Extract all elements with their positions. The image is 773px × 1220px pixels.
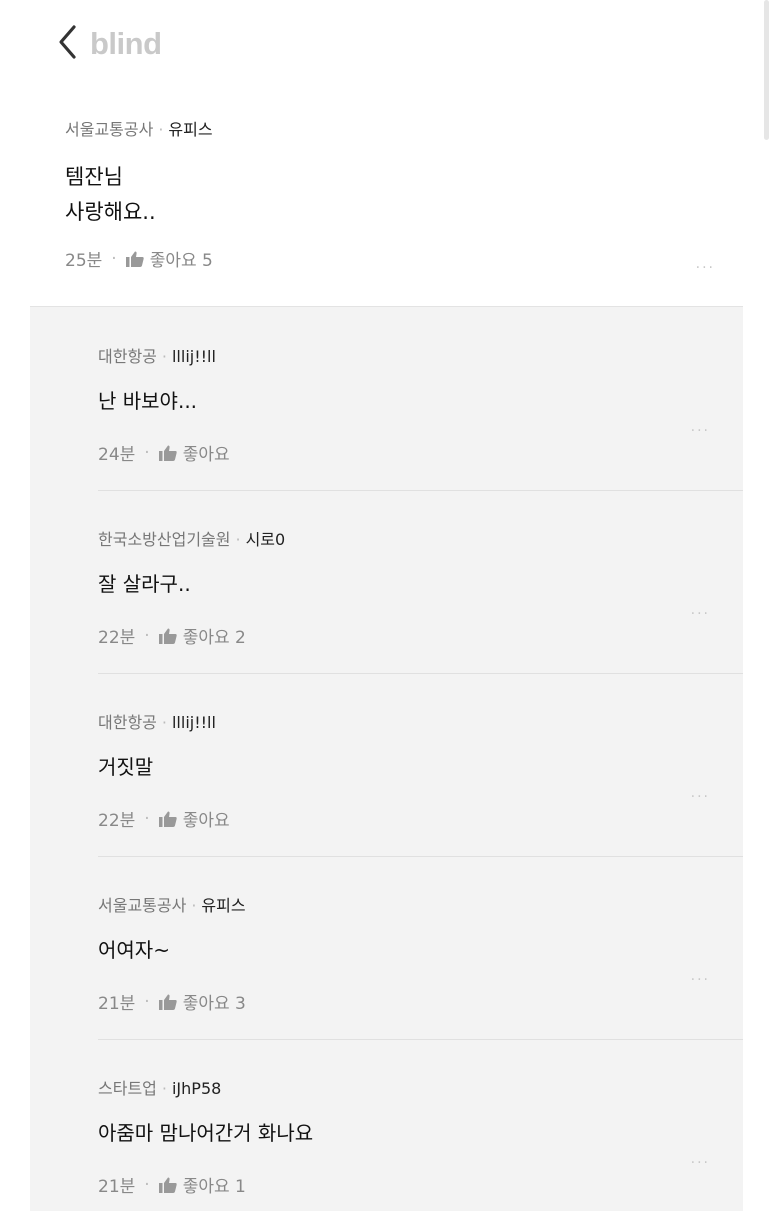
comment-item: 대한항공 · lllij!!ll 거짓말 22분 · 좋아요 ... — [30, 673, 743, 856]
thumbs-up-icon — [158, 445, 177, 461]
comment-time: 21분 — [98, 1177, 136, 1197]
like-button[interactable]: 좋아요 — [158, 440, 230, 465]
comment-time: 24분 — [98, 445, 136, 465]
like-label: 좋아요 5 — [149, 251, 213, 271]
comment-actions: 22분 · 좋아요 — [98, 806, 710, 832]
thumbs-up-icon — [158, 628, 177, 644]
comment-actions: 22분 · 좋아요 2 — [98, 623, 710, 649]
more-options-button[interactable]: ... — [691, 785, 710, 801]
like-button[interactable]: 좋아요 — [158, 806, 230, 831]
comment-company[interactable]: 서울교통공사 — [98, 896, 186, 915]
thumbs-up-icon — [158, 994, 177, 1010]
thumbs-up-icon — [158, 1177, 177, 1193]
header: blind — [0, 0, 773, 140]
more-options-button[interactable]: ... — [691, 968, 710, 984]
comment-meta: 서울교통공사 · 유피스 — [98, 896, 246, 915]
comment-company[interactable]: 대한항공 — [98, 713, 157, 732]
more-options-button[interactable]: ... — [691, 1151, 710, 1167]
like-button[interactable]: 좋아요 3 — [158, 989, 246, 1014]
comment-text: 잘 살라구.. — [98, 572, 191, 596]
thumbs-up-icon — [158, 811, 177, 827]
like-label: 좋아요 2 — [182, 628, 246, 648]
more-options-button[interactable]: ... — [691, 419, 710, 435]
post-meta: 서울교통공사 · 유피스 — [65, 120, 213, 139]
post-line: 템잔님 — [65, 165, 123, 189]
more-options-button[interactable]: ... — [696, 256, 715, 272]
comment-item: 서울교통공사 · 유피스 어여자~ 21분 · 좋아요 3 ... — [30, 856, 743, 1039]
like-button[interactable]: 좋아요 5 — [125, 246, 213, 271]
comment-company[interactable]: 스타트업 — [98, 1079, 157, 1098]
comment-actions: 24분 · 좋아요 — [98, 440, 710, 466]
comment-nickname[interactable]: 유피스 — [201, 896, 245, 915]
comment-nickname[interactable]: 시로0 — [246, 530, 286, 549]
chevron-left-icon — [59, 25, 76, 59]
back-button[interactable] — [52, 22, 82, 62]
post-body: 템잔님 사랑해요.. — [65, 160, 715, 230]
thumbs-up-icon — [125, 251, 144, 267]
post-line: 사랑해요.. — [65, 200, 156, 224]
like-label: 좋아요 1 — [182, 1177, 246, 1197]
comment-item: 스타트업 · iJhP58 아줌마 맘나어간거 화나요 21분 · 좋아요 1 ..… — [30, 1039, 743, 1220]
post-nickname[interactable]: 유피스 — [168, 120, 212, 139]
comment-nickname[interactable]: lllij!!ll — [172, 713, 216, 732]
like-label: 좋아요 — [182, 811, 230, 831]
comment-time: 22분 — [98, 628, 136, 648]
post-time: 25분 — [65, 251, 103, 271]
original-post: 서울교통공사 · 유피스 템잔님 사랑해요.. 25분 · 좋아요 5 ... — [65, 116, 715, 306]
thread-page: blind 서울교통공사 · 유피스 템잔님 사랑해요.. 25분 · 좋아요 5 … — [0, 0, 773, 1220]
like-button[interactable]: 좋아요 2 — [158, 623, 246, 648]
like-button[interactable]: 좋아요 1 — [158, 1172, 246, 1197]
app-logo: blind — [90, 26, 162, 61]
comment-item: 대한항공 · lllij!!ll 난 바보야... 24분 · 좋아요 ... — [30, 307, 743, 490]
comment-time: 22분 — [98, 811, 136, 831]
comment-meta: 스타트업 · iJhP58 — [98, 1079, 222, 1098]
more-options-button[interactable]: ... — [691, 602, 710, 618]
comment-nickname[interactable]: iJhP58 — [172, 1079, 221, 1098]
comment-actions: 21분 · 좋아요 1 — [98, 1172, 710, 1198]
comment-nickname[interactable]: lllij!!ll — [172, 347, 216, 366]
comment-item: 한국소방산업기술원 · 시로0 잘 살라구.. 22분 · 좋아요 2 ... — [30, 490, 743, 673]
comment-text: 난 바보야... — [98, 389, 198, 413]
comment-text: 거짓말 — [98, 755, 154, 779]
comment-company[interactable]: 대한항공 — [98, 347, 157, 366]
comment-text: 아줌마 맘나어간거 화나요 — [98, 1121, 314, 1145]
comment-meta: 한국소방산업기술원 · 시로0 — [98, 530, 286, 549]
like-label: 좋아요 3 — [182, 994, 246, 1014]
comment-meta: 대한항공 · lllij!!ll — [98, 713, 216, 732]
comment-list: 대한항공 · lllij!!ll 난 바보야... 24분 · 좋아요 ... 한국… — [30, 306, 743, 1211]
post-company[interactable]: 서울교통공사 — [65, 120, 153, 139]
post-actions: 25분 · 좋아요 5 — [65, 246, 213, 272]
comment-meta: 대한항공 · lllij!!ll — [98, 347, 216, 366]
scrollbar[interactable] — [764, 0, 769, 140]
like-label: 좋아요 — [182, 445, 230, 465]
comment-actions: 21분 · 좋아요 3 — [98, 989, 710, 1015]
comment-company[interactable]: 한국소방산업기술원 — [98, 530, 230, 549]
comment-text: 어여자~ — [98, 938, 170, 962]
comment-time: 21분 — [98, 994, 136, 1014]
